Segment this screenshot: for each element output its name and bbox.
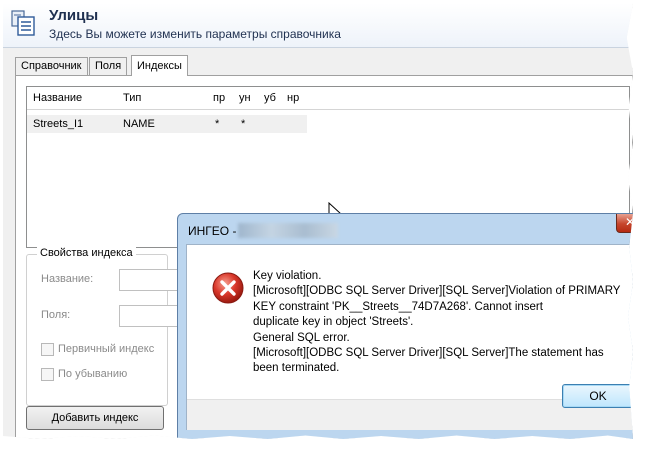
app-title: Улицы [49, 7, 99, 24]
tab-indexes[interactable]: Индексы [131, 55, 188, 76]
message-line: duplicate key in object 'Streets'. [253, 316, 414, 329]
column-header-name[interactable]: Название [33, 87, 82, 109]
error-icon [212, 272, 244, 304]
table-row[interactable]: Streets_I1 NAME * * [27, 115, 307, 133]
tab-fields[interactable]: Поля [89, 57, 128, 75]
redacted-title-area [238, 223, 338, 238]
message-line: [Microsoft][ODBC SQL Server Driver][SQL … [253, 285, 621, 298]
message-line: been terminated. [253, 362, 340, 375]
cell-unique: * [241, 118, 246, 130]
message-line: Key violation. [253, 270, 322, 282]
fields-label: Поля: [41, 309, 71, 321]
name-label: Название: [41, 273, 94, 285]
app-subtitle: Здесь Вы можете изменить параметры справ… [49, 27, 341, 41]
column-header-nr[interactable]: нр [287, 87, 299, 109]
cell-name: Streets_I1 [33, 118, 84, 130]
column-header-descending[interactable]: уб [264, 87, 276, 109]
cell-type: NAME [123, 118, 155, 130]
index-properties-legend: Свойства индекса [37, 247, 136, 259]
error-message: Key violation. [Microsoft][ODBC SQL Serv… [253, 269, 633, 377]
grid-header: Название Тип пр ун уб нр [27, 87, 629, 110]
message-line: [Microsoft][ODBC SQL Server Driver][SQL … [253, 347, 604, 360]
column-header-type[interactable]: Тип [123, 87, 141, 109]
message-line: General SQL error. [253, 331, 350, 344]
table-document-icon [11, 10, 35, 36]
descending-checkbox[interactable] [41, 368, 54, 381]
cell-primary: * [215, 118, 220, 130]
message-line: KEY constraint 'PK__Streets__74D7A268'. … [253, 300, 543, 313]
index-properties-group: Свойства индекса Название: Поля: Первичн… [26, 247, 181, 406]
tab-directory[interactable]: Справочник [15, 57, 88, 75]
app-header: Улицы Здесь Вы можете изменить параметры… [3, 3, 633, 48]
screenshot-frame: Улицы Здесь Вы можете изменить параметры… [3, 3, 633, 439]
column-header-primary[interactable]: пр [213, 87, 225, 109]
column-header-unique[interactable]: ун [239, 87, 251, 109]
add-index-button[interactable]: Добавить индекс [26, 406, 164, 430]
index-name-input[interactable] [119, 269, 181, 291]
ok-button[interactable]: OK [562, 384, 633, 408]
primary-index-label: Первичный индекс [58, 343, 155, 355]
dialog-title: ИНГЕО - [188, 224, 237, 238]
descending-label: По убыванию [58, 368, 128, 380]
index-fields-input[interactable] [119, 305, 181, 327]
primary-index-checkbox[interactable] [41, 343, 54, 356]
close-icon[interactable]: ✕ [616, 214, 633, 233]
error-dialog: ИНГЕО - ✕ Key violation. [Microsoft][ODB… [177, 213, 633, 439]
